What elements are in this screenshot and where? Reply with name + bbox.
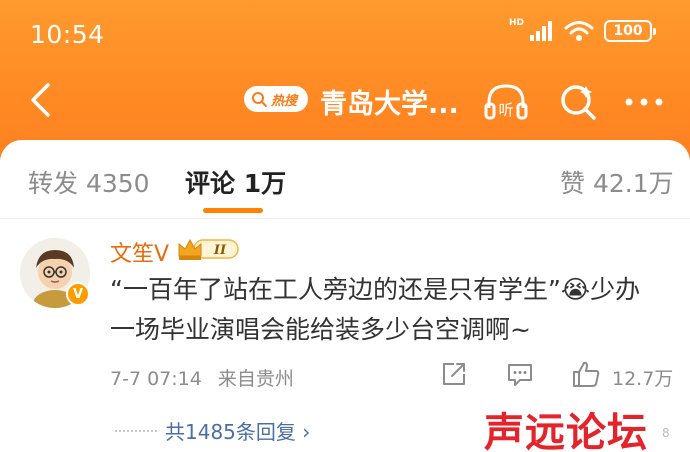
flame-search-icon (252, 92, 267, 107)
comment-text-line-2: 一场毕业演唱会能给装多少台空调啊~ (110, 315, 531, 344)
verified-badge: V (66, 282, 90, 306)
tab-bar: 转发 4350 评论 1万 赞 42.1万 (0, 140, 690, 218)
comment-icon (508, 364, 532, 386)
tab-active-indicator (203, 208, 263, 213)
comment-date: 7-7 07:14 (110, 368, 202, 390)
nav-bar: 热搜 青岛大学... 听 (0, 70, 690, 130)
more-icon (625, 98, 663, 106)
search-button[interactable] (556, 80, 600, 124)
like-button[interactable] (568, 356, 604, 392)
reply-button[interactable] (502, 356, 538, 392)
headphones-icon: 听 (484, 84, 528, 120)
tab-reposts[interactable]: 转发 4350 (28, 164, 150, 200)
status-bar: 10:54 HD 100 (0, 0, 690, 70)
back-button[interactable] (20, 78, 60, 122)
status-time: 10:54 (30, 20, 105, 49)
tab-comments[interactable]: 评论 1万 (185, 164, 286, 200)
listen-label: 听 (498, 101, 513, 119)
like-count: 12.7万 (612, 368, 674, 390)
search-icon (561, 85, 596, 120)
listen-button[interactable]: 听 (484, 80, 528, 124)
comment-location: 来自贵州 (217, 368, 294, 390)
share-icon (443, 363, 465, 385)
share-button[interactable] (436, 356, 472, 392)
more-button[interactable] (622, 80, 666, 124)
hot-badge-label: 热搜 (271, 93, 298, 109)
battery-indicator: 100 (604, 20, 656, 42)
topic-title[interactable]: 青岛大学... (320, 82, 459, 121)
rank-badge-label: II (213, 243, 227, 258)
view-replies-link[interactable]: 共1485条回复 › (165, 416, 310, 445)
watermark-logo: 声远论坛 (484, 409, 648, 452)
wifi-icon (564, 21, 594, 41)
signal-icon (530, 21, 552, 41)
status-icons: HD 100 (508, 18, 656, 42)
header: 10:54 HD 100 热搜 青岛大学... 听 (0, 0, 690, 160)
comment-username[interactable]: 文笙V (110, 236, 169, 268)
replies-divider (115, 430, 157, 432)
comment-text: “一百年了站在工人旁边的还是只有学生”😭少办 一场毕业演唱会能给装多少台空调啊~ (110, 270, 670, 350)
thumbs-up-icon (573, 361, 600, 387)
tab-divider (0, 218, 690, 219)
watermark-suffix: 8 (662, 426, 670, 440)
hot-search-badge[interactable]: 热搜 (244, 86, 308, 112)
comment-text-line-1: “一百年了站在工人旁边的还是只有学生”😭少办 (110, 275, 641, 304)
rank-badge-icon: II (178, 238, 239, 260)
tab-likes[interactable]: 赞 42.1万 (560, 164, 674, 200)
back-arrow-icon (31, 83, 50, 117)
comment-meta: 7-7 07:14 来自贵州 (110, 364, 294, 391)
hd-label: HD (508, 18, 524, 28)
